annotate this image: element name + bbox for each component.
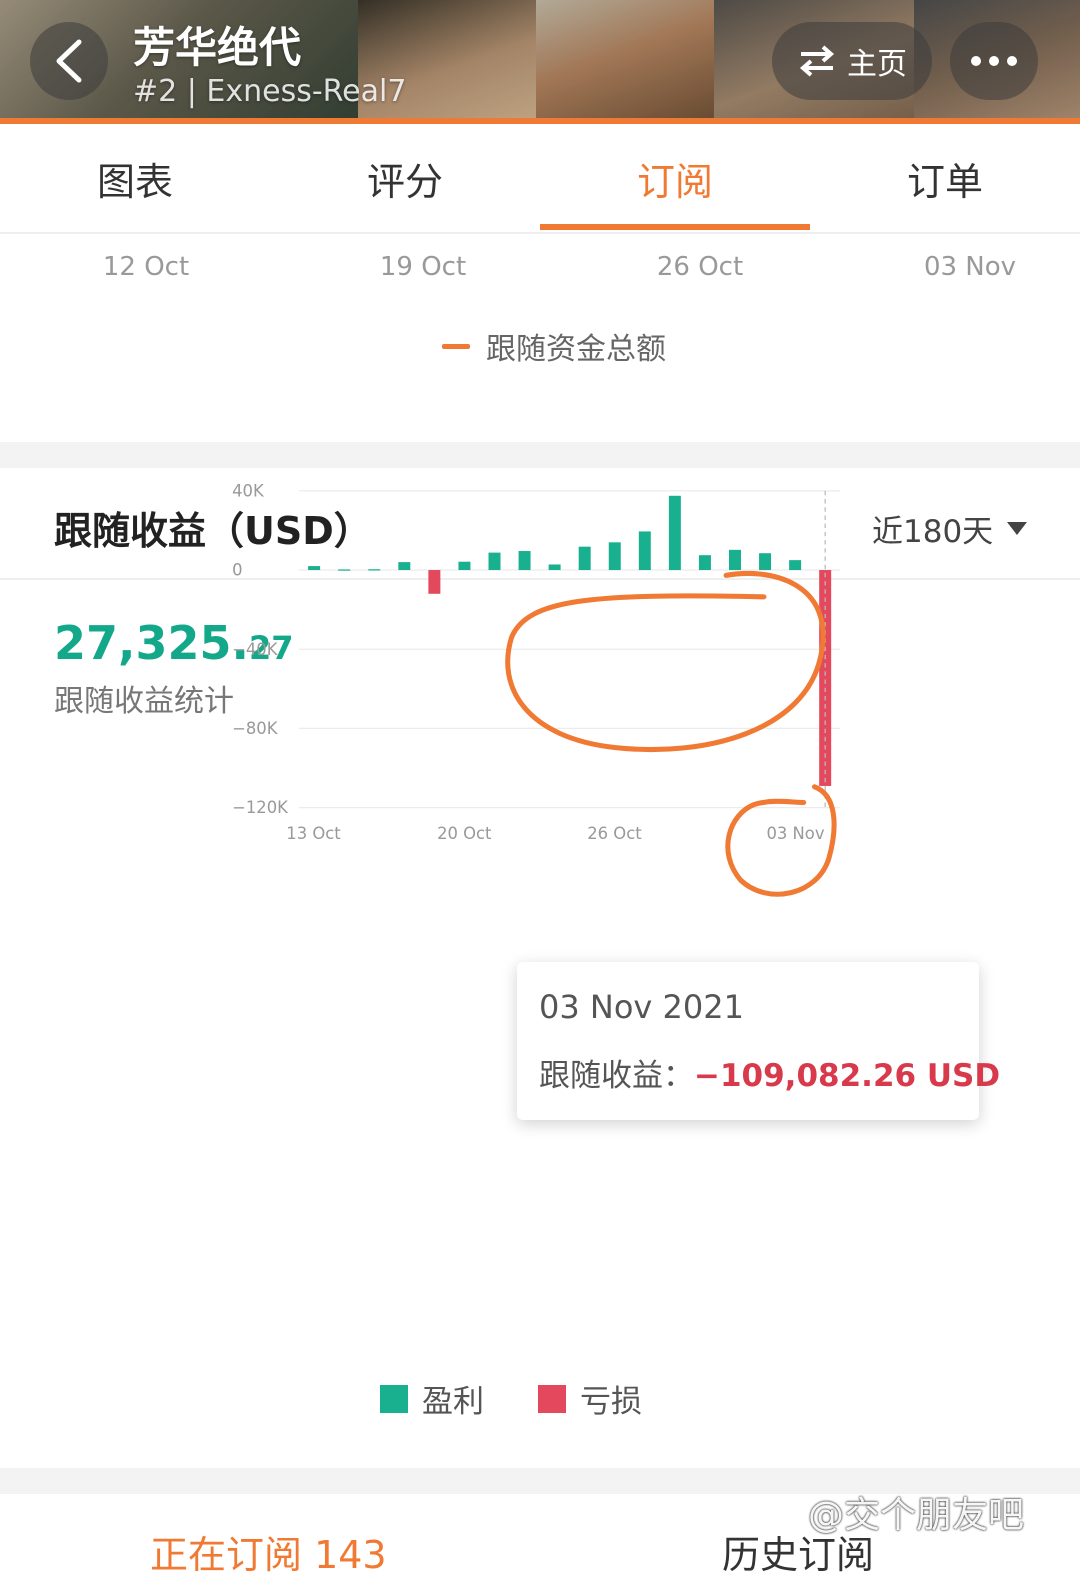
legend-label-profit: 盈利 — [422, 1384, 484, 1420]
x-tick-label: 13 Oct — [286, 824, 341, 843]
bar — [428, 570, 441, 594]
tooltip-value: −109,082.26 USD — [694, 1058, 1001, 1094]
x-tick-label: 03 Nov — [766, 824, 824, 843]
bar — [488, 552, 501, 571]
legend-label-loss: 亏损 — [580, 1384, 642, 1420]
x-tick-label: 26 Oct — [587, 824, 642, 843]
tooltip-date: 03 Nov 2021 — [539, 988, 744, 1026]
bar — [458, 561, 471, 571]
watermark: @交个朋友吧 — [808, 1495, 1025, 1536]
tooltip-label: 跟随收益： — [539, 1058, 694, 1094]
legend-item-profit: 盈利 — [380, 1376, 484, 1421]
legend-swatch-loss — [538, 1384, 566, 1413]
bar — [338, 569, 351, 571]
y-tick-label: −120K — [232, 798, 289, 817]
bar — [638, 531, 651, 571]
legend-item-loss: 亏损 — [538, 1376, 642, 1421]
x-tick-label: 20 Oct — [437, 824, 492, 843]
bar — [789, 560, 802, 571]
bar — [398, 562, 411, 571]
y-tick-label: 0 — [232, 561, 242, 580]
y-tick-label: −80K — [232, 719, 279, 738]
y-tick-label: 40K — [232, 482, 265, 501]
bar — [698, 555, 711, 571]
bar — [759, 553, 772, 571]
y-tick-label: −40K — [232, 640, 279, 659]
bar — [608, 542, 621, 571]
chart-tooltip: 03 Nov 2021 跟随收益：−109,082.26 USD — [517, 962, 1000, 1120]
bar — [518, 551, 531, 571]
tab-active-subscriptions[interactable]: 正在订阅 143 — [150, 1524, 387, 1579]
bar — [668, 495, 681, 571]
bar — [548, 564, 561, 571]
annotation-circle — [505, 570, 826, 753]
bar — [578, 546, 591, 571]
bar — [308, 566, 321, 571]
legend-swatch-profit — [380, 1384, 408, 1413]
tooltip-row: 跟随收益：−109,082.26 USD — [539, 1050, 1000, 1095]
bar — [728, 549, 741, 571]
bar — [368, 569, 381, 571]
profit-bar-chart: 40K 0 −40K −80K −120K 13 Oct 20 Oct 26 Oct 03 N… — [232, 482, 841, 897]
